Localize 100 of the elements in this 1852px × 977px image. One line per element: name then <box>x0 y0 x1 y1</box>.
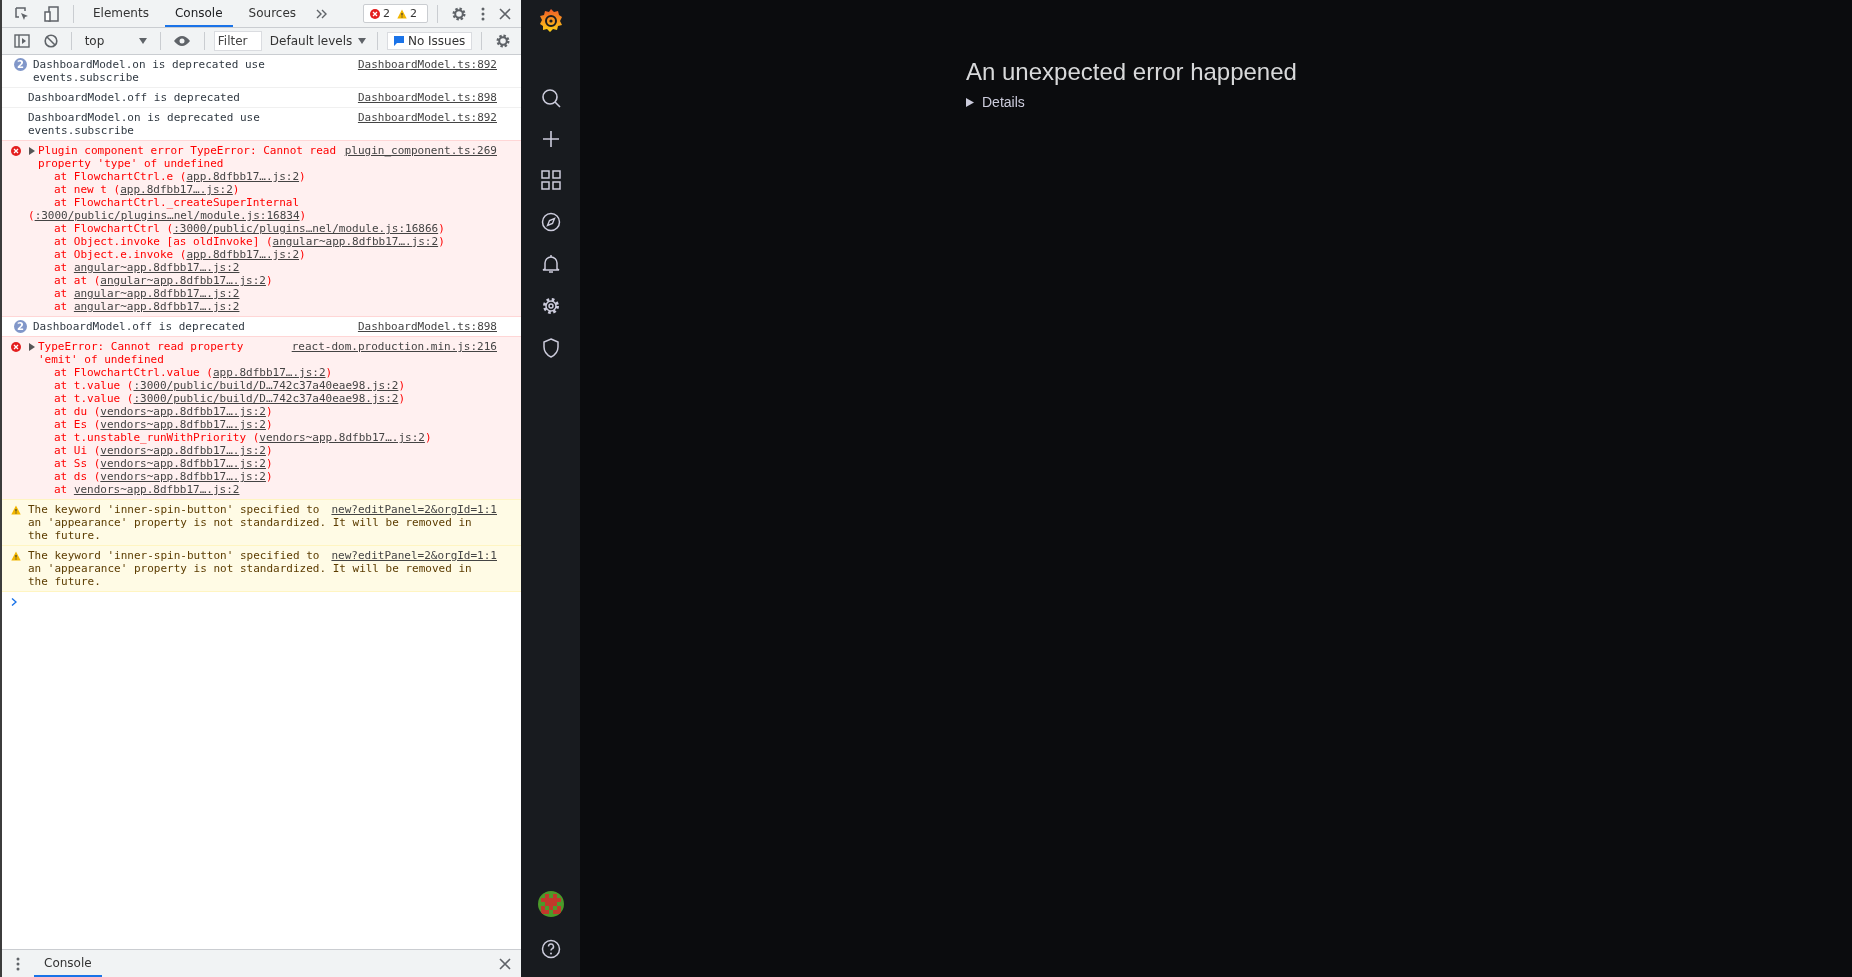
details-toggle[interactable]: Details <box>966 94 1025 110</box>
log-levels-dropdown[interactable]: Default levels <box>267 34 369 48</box>
stack-link[interactable]: vendors~app.8dfbb17….js:2 <box>100 470 266 483</box>
stack-link[interactable]: app.8dfbb17….js:2 <box>186 170 300 183</box>
message-text: TypeError: Cannot read property 'emit' of undefined react-dom.production.min.js:216 <box>38 340 497 366</box>
grid-icon[interactable] <box>540 170 561 190</box>
message-text: DashboardModel.on is deprecated use events.subscribe DashboardModel.ts:892 <box>28 111 497 137</box>
stack-frame: at t.unstable_runWithPriority (vendors~app.8dfbb17….js:2) <box>28 431 497 444</box>
more-options-icon[interactable] <box>481 6 485 21</box>
help-icon[interactable] <box>540 939 561 959</box>
inspect-icon[interactable] <box>14 5 30 22</box>
stack-link[interactable]: vendors~app.8dfbb17….js:2 <box>100 457 266 470</box>
warning-icon <box>11 505 21 515</box>
stack-frame: at Ui (vendors~app.8dfbb17….js:2) <box>28 444 497 457</box>
error-count: 2 <box>383 7 390 20</box>
message-text: Plugin component error TypeError: Cannot read property 'type' of undefined plugin_component.ts:269 <box>38 144 497 170</box>
issues-button[interactable]: No Issues <box>386 32 473 50</box>
error-icon <box>11 342 21 352</box>
shield-icon[interactable] <box>541 338 560 358</box>
sidebar-toggle-icon[interactable] <box>14 34 30 48</box>
avatar-icon[interactable] <box>537 891 564 917</box>
stack-link[interactable]: vendors~app.8dfbb17….js:2 <box>100 444 266 457</box>
stack-link[interactable]: vendors~app.8dfbb17….js:2 <box>100 418 266 431</box>
more-tabs-icon[interactable] <box>316 8 329 19</box>
stack-link[interactable]: vendors~app.8dfbb17….js:2 <box>73 483 240 496</box>
message-text: DashboardModel.off is deprecated DashboardModel.ts:898 <box>33 320 497 333</box>
bell-icon[interactable] <box>541 254 560 274</box>
stack-frame: at FlowchartCtrl.value (app.8dfbb17….js:2) <box>28 366 497 379</box>
panel-tab[interactable]: Sources <box>238 0 307 27</box>
source-link[interactable]: DashboardModel.ts:892 <box>357 58 497 71</box>
stack-link[interactable]: :3000/public/plugins…nel/module.js:16834 <box>34 209 300 222</box>
source-link[interactable]: plugin_component.ts:269 <box>344 144 497 157</box>
clear-console-icon[interactable] <box>44 34 58 48</box>
repeat-count: 2 <box>14 320 27 333</box>
stack-link[interactable]: angular~app.8dfbb17….js:2 <box>73 261 240 274</box>
source-link[interactable]: DashboardModel.ts:898 <box>357 91 497 104</box>
stack-link[interactable]: vendors~app.8dfbb17….js:2 <box>259 431 425 444</box>
message-icon <box>393 36 404 46</box>
stack-frame: at FlowchartCtrl (:3000/public/plugins…nel/module.js:16866) <box>28 222 497 235</box>
logo-icon[interactable] <box>538 8 563 34</box>
stack-link[interactable]: angular~app.8dfbb17….js:2 <box>272 235 439 248</box>
close-icon[interactable] <box>499 7 511 20</box>
stack-frame: at Es (vendors~app.8dfbb17….js:2) <box>28 418 497 431</box>
caret-icon <box>138 38 147 44</box>
stack-frame: at at (angular~app.8dfbb17….js:2) <box>28 274 497 287</box>
context-dropdown[interactable]: top <box>80 34 151 48</box>
stack-link[interactable]: angular~app.8dfbb17….js:2 <box>100 274 266 287</box>
stack-frame: at Ss (vendors~app.8dfbb17….js:2) <box>28 457 497 470</box>
prompt-chevron-icon <box>11 598 17 606</box>
settings-icon[interactable] <box>451 5 467 22</box>
device-toggle-icon[interactable] <box>44 5 60 22</box>
filter-field[interactable]: Filter <box>213 31 262 51</box>
source-link[interactable]: DashboardModel.ts:898 <box>357 320 497 333</box>
expand-triangle-icon[interactable] <box>29 343 35 351</box>
error-title: An unexpected error happened <box>966 58 1298 86</box>
search-icon[interactable] <box>540 88 561 108</box>
stack-frame: at FlowchartCtrl._createSuperInternal (:3000/public/plugins…nel/module.js:16834) <box>28 196 497 222</box>
stack-link[interactable]: app.8dfbb17….js:2 <box>186 248 300 261</box>
stack-link[interactable]: :3000/public/build/D…742c37a40eae98.js:2 <box>133 379 399 392</box>
panel-tab[interactable]: Elements <box>83 0 159 27</box>
stack-frame: at t.value (:3000/public/build/D…742c37a40eae98.js:2) <box>28 392 497 405</box>
message-text: DashboardModel.off is deprecated DashboardModel.ts:898 <box>28 91 497 104</box>
stack-frame: at angular~app.8dfbb17….js:2 <box>28 261 497 274</box>
stack-frame: at Object.invoke [as oldInvoke] (angular~app.8dfbb17….js:2) <box>28 235 497 248</box>
source-link[interactable]: new?editPanel=2&orgId=1:1 <box>331 503 497 516</box>
stack-link[interactable]: :3000/public/build/D…742c37a40eae98.js:2 <box>133 392 399 405</box>
stack-frame: at vendors~app.8dfbb17….js:2 <box>28 483 497 496</box>
issue-counter[interactable]: 2 2 <box>363 4 428 23</box>
stack-link[interactable]: vendors~app.8dfbb17….js:2 <box>100 405 266 418</box>
stack-frame: at new t (app.8dfbb17….js:2) <box>28 183 497 196</box>
stack-link[interactable]: angular~app.8dfbb17….js:2 <box>73 300 240 313</box>
source-link[interactable]: new?editPanel=2&orgId=1:1 <box>331 549 497 562</box>
message-text: The keyword 'inner-spin-button' specified to an 'appearance' property is not standardized. It will be removed in the future. new?editPanel=2&orgId=1:1 <box>28 549 497 588</box>
warning-icon <box>397 8 407 19</box>
source-link[interactable]: react-dom.production.min.js:216 <box>291 340 497 353</box>
more-options-icon[interactable] <box>16 956 20 971</box>
eye-icon[interactable] <box>173 35 192 47</box>
stack-frame: at angular~app.8dfbb17….js:2 <box>28 287 497 300</box>
error-icon <box>370 8 380 19</box>
stack-frame: at angular~app.8dfbb17….js:2 <box>28 300 497 313</box>
stack-frame: at ds (vendors~app.8dfbb17….js:2) <box>28 470 497 483</box>
warning-count: 2 <box>410 7 417 20</box>
expand-triangle-icon[interactable] <box>29 147 35 155</box>
stack-link[interactable]: app.8dfbb17….js:2 <box>120 183 233 196</box>
error-icon <box>11 146 21 156</box>
settings-icon[interactable] <box>495 33 511 49</box>
compass-icon[interactable] <box>540 212 561 232</box>
plus-icon[interactable] <box>541 130 560 148</box>
stack-frame: at Object.e.invoke (app.8dfbb17….js:2) <box>28 248 497 261</box>
close-icon[interactable] <box>499 957 511 970</box>
settings-icon[interactable] <box>540 296 561 316</box>
stack-frame: at du (vendors~app.8dfbb17….js:2) <box>28 405 497 418</box>
source-link[interactable]: DashboardModel.ts:892 <box>357 111 497 124</box>
stack-link[interactable]: angular~app.8dfbb17….js:2 <box>73 287 240 300</box>
stack-link[interactable]: app.8dfbb17….js:2 <box>212 366 326 379</box>
drawer-tab[interactable]: Console <box>34 950 102 977</box>
stack-link[interactable]: :3000/public/plugins…nel/module.js:16866 <box>173 222 439 235</box>
repeat-count: 2 <box>14 58 27 71</box>
stack-frame: at t.value (:3000/public/build/D…742c37a40eae98.js:2) <box>28 379 497 392</box>
caret-icon <box>358 38 367 44</box>
